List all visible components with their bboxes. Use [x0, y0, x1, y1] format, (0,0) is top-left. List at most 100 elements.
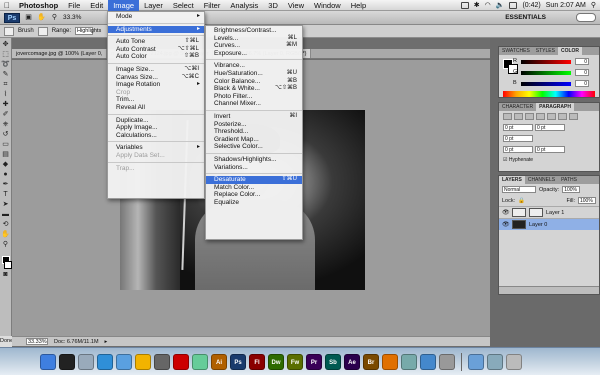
channel-value[interactable]: 0	[575, 69, 589, 76]
space-after-field[interactable]: 0 pt	[535, 146, 565, 153]
image-menu-item-calculations[interactable]: Calculations...	[108, 132, 204, 140]
menu-analysis[interactable]: Analysis	[225, 0, 263, 11]
lasso-tool-icon[interactable]: ➰	[1, 60, 10, 69]
color-spectrum-bar[interactable]	[503, 91, 595, 97]
justify-last-center-button[interactable]	[547, 113, 556, 120]
justify-all-button[interactable]	[569, 113, 578, 120]
adjustments-item-gradient-map[interactable]: Gradient Map...	[206, 136, 302, 144]
zoom-level[interactable]: 33.3%	[63, 14, 81, 21]
itunes-icon[interactable]	[116, 353, 132, 370]
type-tool-icon[interactable]: T	[1, 190, 10, 199]
menu-select[interactable]: Select	[168, 0, 199, 11]
panel-tab-layers[interactable]: LAYERS	[499, 176, 525, 184]
flash-icon[interactable]: Fl	[249, 353, 265, 370]
image-menu-item-image-rotation[interactable]: Image Rotation	[108, 81, 204, 89]
adjustments-item-selective-color[interactable]: Selective Color...	[206, 143, 302, 151]
range-select[interactable]: Highlights	[75, 27, 101, 35]
align-center-button[interactable]	[514, 113, 523, 120]
menu-window[interactable]: Window	[309, 0, 346, 11]
adjustments-item-curves[interactable]: Curves... ⌘M	[206, 42, 302, 50]
menu-filter[interactable]: Filter	[199, 0, 226, 11]
image-menu-item-adjustments[interactable]: Adjustments	[108, 25, 204, 34]
hand-tool-icon[interactable]: ✋	[1, 230, 10, 239]
acrobat-icon[interactable]	[173, 353, 189, 370]
adjustments-item-threshold[interactable]: Threshold...	[206, 128, 302, 136]
panel-tab-paths[interactable]: PATHS	[558, 176, 580, 184]
quick-select-icon[interactable]: ✎	[1, 70, 10, 79]
layer-name[interactable]: Layer 1	[546, 210, 564, 216]
spotlight-icon[interactable]: ⚲	[591, 1, 596, 9]
image-menu-item-reveal-all[interactable]: Reveal All	[108, 104, 204, 112]
channel-gradient[interactable]	[521, 82, 571, 86]
menu-file[interactable]: File	[63, 0, 85, 11]
adjustments-item-invert[interactable]: Invert ⌘I	[206, 113, 302, 121]
status-arrow-icon[interactable]: ▸	[105, 339, 108, 345]
dashboard-icon[interactable]	[59, 353, 75, 370]
align-right-button[interactable]	[525, 113, 534, 120]
panel-tab-styles[interactable]: STYLES	[533, 47, 558, 55]
bridge-icon[interactable]: Br	[363, 353, 379, 370]
aftereffects-icon[interactable]: Ae	[344, 353, 360, 370]
indent-left-field[interactable]: 0 pt	[503, 124, 533, 131]
visibility-eye-icon[interactable]: 👁	[502, 221, 510, 228]
channel-gradient[interactable]	[521, 60, 571, 64]
image-menu-item-mode[interactable]: Mode	[108, 13, 204, 21]
adjustments-item-black-white[interactable]: Black & White... ⌥⇧⌘B	[206, 85, 302, 93]
marquee-tool-icon[interactable]: ⬚	[1, 50, 10, 59]
bluetooth-icon[interactable]: ✱	[474, 1, 480, 9]
crop-tool-icon[interactable]: ⌗	[1, 80, 10, 89]
status-zoom-field[interactable]: 33.33%	[26, 338, 48, 345]
trash-icon[interactable]	[506, 353, 522, 370]
blend-mode-select[interactable]: Normal	[502, 186, 536, 193]
ichat-icon[interactable]	[192, 353, 208, 370]
fireworks-icon[interactable]: Fw	[287, 353, 303, 370]
opacity-field[interactable]: 100%	[562, 186, 581, 193]
adium-icon[interactable]	[135, 353, 151, 370]
quick-mask-icon[interactable]: ◙	[1, 270, 10, 279]
image-menu-item-duplicate[interactable]: Duplicate...	[108, 117, 204, 125]
channel-gradient[interactable]	[521, 71, 571, 75]
3d-rotate-icon[interactable]: ⟲	[1, 220, 10, 229]
adjustments-item-brightness-contrast[interactable]: Brightness/Contrast...	[206, 27, 302, 35]
menu-layer[interactable]: Layer	[139, 0, 168, 11]
finder-icon[interactable]	[40, 353, 56, 370]
panel-tab-swatches[interactable]: SWATCHES	[499, 47, 533, 55]
premiere-icon[interactable]: Pr	[306, 353, 322, 370]
layer-row[interactable]: 👁 Layer 0	[499, 218, 599, 230]
zoom-icon[interactable]: ⚲	[50, 13, 59, 22]
adjustments-item-shadows-highlights[interactable]: Shadows/Highlights...	[206, 156, 302, 164]
photo-icon[interactable]	[154, 353, 170, 370]
illustrator-icon[interactable]: Ai	[211, 353, 227, 370]
globe-icon[interactable]	[420, 353, 436, 370]
image-menu-item-canvas-size[interactable]: Canvas Size... ⌥⌘C	[108, 74, 204, 82]
color-slider-b[interactable]: B0	[513, 80, 595, 88]
clone-stamp-icon[interactable]: ⎈	[1, 120, 10, 129]
indent-first-line-field[interactable]: 0 pt	[503, 135, 533, 142]
adjustments-item-hue-saturation[interactable]: Hue/Saturation... ⌘U	[206, 70, 302, 78]
menu-image[interactable]: Image	[108, 0, 140, 11]
dreamweaver-icon[interactable]: Dw	[268, 353, 284, 370]
adjustments-item-variations[interactable]: Variations...	[206, 164, 302, 172]
adjustments-item-exposure[interactable]: Exposure...	[206, 50, 302, 58]
soundbooth-icon[interactable]: Sb	[325, 353, 341, 370]
background-color[interactable]	[3, 261, 12, 269]
display-icon[interactable]	[460, 1, 469, 9]
panel-tab-paragraph[interactable]: PARAGRAPH	[536, 103, 574, 111]
align-left-button[interactable]	[503, 113, 512, 120]
path-select-icon[interactable]: ➤	[1, 200, 10, 209]
panel-tab-channels[interactable]: CHANNELS	[525, 176, 558, 184]
shape-tool-icon[interactable]: ▬	[1, 210, 10, 219]
justify-last-left-button[interactable]	[536, 113, 545, 120]
image-menu-item-image-size[interactable]: Image Size... ⌥⌘I	[108, 66, 204, 74]
adjustments-item-posterize[interactable]: Posterize...	[206, 121, 302, 129]
pen-tool-icon[interactable]: ✒	[1, 180, 10, 189]
move-tool-icon[interactable]: ✥	[1, 40, 10, 49]
menu-3d[interactable]: 3D	[263, 0, 283, 11]
blur-tool-icon[interactable]: ◆	[1, 160, 10, 169]
battery-icon[interactable]	[509, 1, 518, 9]
image-menu-item-auto-tone[interactable]: Auto Tone ⇧⌘L	[108, 38, 204, 46]
safari-icon[interactable]	[97, 353, 113, 370]
hand-icon[interactable]: ✋	[37, 13, 46, 22]
adjustments-item-match-color[interactable]: Match Color...	[206, 184, 302, 192]
adjustments-item-equalize[interactable]: Equalize	[206, 199, 302, 207]
